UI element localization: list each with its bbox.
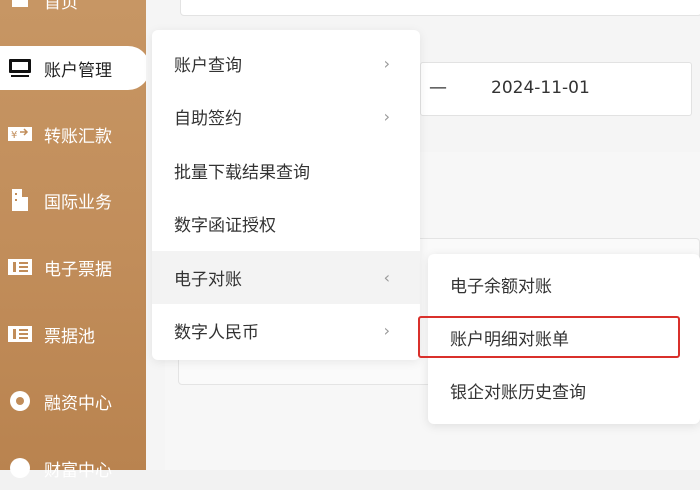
chevron-left-icon: ‹ [383,268,390,287]
menu-item-digital-rmb[interactable]: 数字人民币 › [152,304,420,357]
menu-item-label: 数字函证授权 [174,216,276,236]
home-icon [6,0,34,14]
menu-item-label: 账户查询 [174,56,242,76]
sidebar-item-bill-pool[interactable]: 票据池 [0,312,146,356]
monitor-icon [6,54,34,82]
sidebar-item-label: 转账汇款 [44,126,112,147]
svg-text:¥: ¥ [11,130,17,141]
top-card [180,0,700,16]
menu-item-label: 自助签约 [174,109,242,129]
wealth-icon [6,454,34,482]
sidebar-item-label: 融资中心 [44,393,112,414]
submenu-item-label: 电子余额对账 [450,276,552,297]
submenu-item-label: 银企对账历史查询 [450,382,586,403]
sidebar-item-account-management[interactable]: 账户管理 [0,46,150,90]
sidebar-item-home[interactable]: 首页 [0,0,146,22]
chevron-right-icon: › [383,107,390,126]
sidebar: 首页 账户管理 ¥ 转账汇款 国际业务 电子票据 票据池 融资中心 财富中心 [0,0,150,481]
end-date-value: 2024-11-01 [491,78,590,98]
highlight-box [418,316,680,358]
account-management-menu: 账户查询 › 自助签约 › 批量下载结果查询 数字函证授权 电子对账 ‹ 数字人… [152,30,420,360]
transfer-icon: ¥ [6,120,34,148]
menu-item-batch-download[interactable]: 批量下载结果查询 [152,144,420,197]
sidebar-item-label: 电子票据 [44,259,112,280]
menu-item-e-reconciliation[interactable]: 电子对账 ‹ [152,251,420,304]
sidebar-item-label: 首页 [44,0,78,13]
sidebar-item-label: 国际业务 [44,192,112,213]
menu-item-digital-confirmation[interactable]: 数字函证授权 [152,197,420,250]
bill-icon [6,253,34,281]
sidebar-item-label: 财富中心 [44,460,112,481]
submenu-item-balance-reconciliation[interactable]: 电子余额对账 [428,258,700,310]
building-icon [6,186,34,214]
menu-item-account-query[interactable]: 账户查询 › [152,37,420,90]
bill-pool-icon [6,320,34,348]
submenu-item-reconciliation-history[interactable]: 银企对账历史查询 [428,364,700,416]
chevron-right-icon: › [383,321,390,340]
finance-icon [6,387,34,415]
sidebar-item-label: 账户管理 [44,60,112,81]
sidebar-item-wealth[interactable]: 财富中心 [0,446,146,490]
menu-item-label: 批量下载结果查询 [174,163,310,183]
sidebar-item-transfer[interactable]: ¥ 转账汇款 [0,112,146,156]
menu-item-label: 数字人民币 [174,323,259,343]
sidebar-item-label: 票据池 [44,326,95,347]
sidebar-item-e-bill[interactable]: 电子票据 [0,245,146,289]
sidebar-item-finance[interactable]: 融资中心 [0,379,146,423]
menu-item-label: 电子对账 [174,270,242,290]
sidebar-item-international[interactable]: 国际业务 [0,178,146,222]
date-separator: — [429,77,447,98]
menu-item-self-signing[interactable]: 自助签约 › [152,90,420,143]
chevron-right-icon: › [383,54,390,73]
date-range-field[interactable]: — 2024-11-01 [420,62,692,116]
